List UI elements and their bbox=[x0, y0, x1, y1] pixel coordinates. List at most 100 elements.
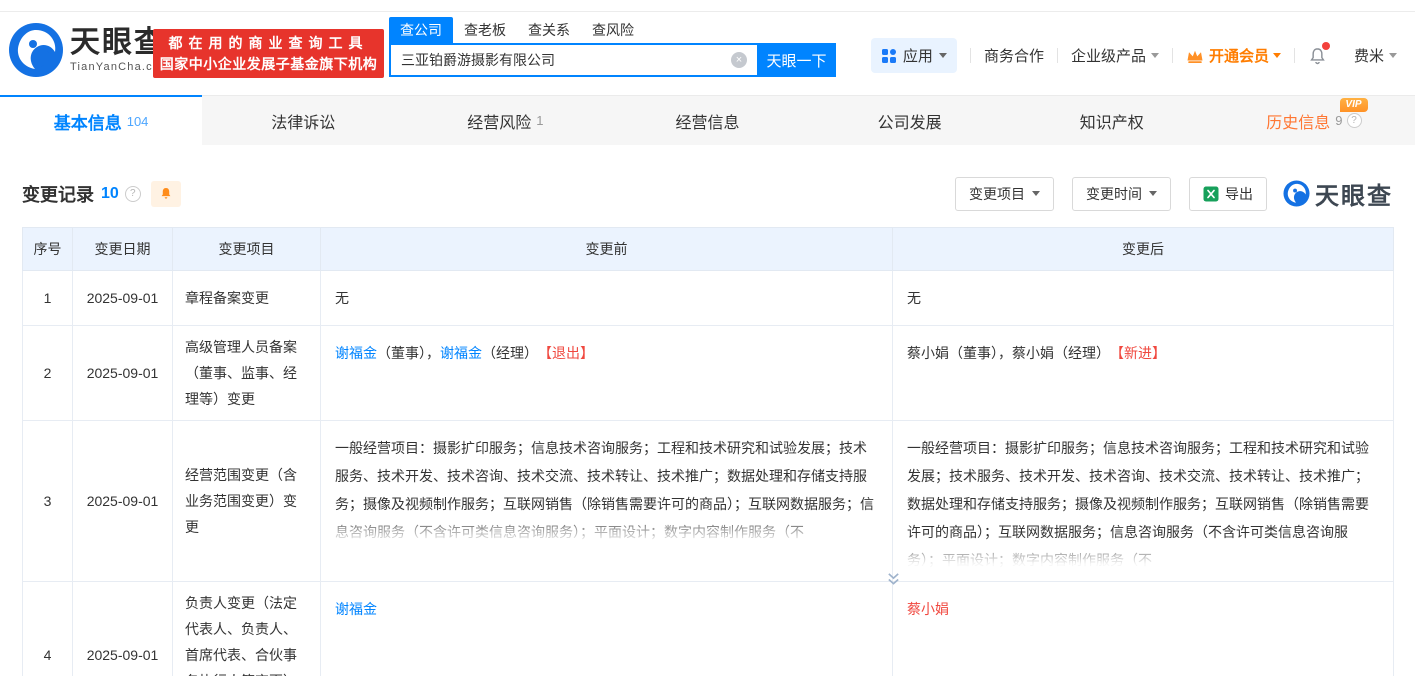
crown-icon bbox=[1186, 48, 1204, 64]
tianyancha-page: 天眼查 TianYanCha.com 都在用的商业查询工具 国家中小企业发展子基… bbox=[0, 0, 1415, 676]
tianyancha-watermark: 天眼查 bbox=[1283, 176, 1393, 211]
filter-change-project-dropdown[interactable]: 变更项目 bbox=[955, 177, 1054, 211]
red-tag-text: 【新进】 bbox=[1117, 345, 1166, 361]
watermark-text: 天眼查 bbox=[1315, 176, 1393, 211]
search-button[interactable]: 天眼一下 bbox=[757, 43, 836, 77]
nav-tab-count: 1 bbox=[536, 113, 543, 128]
header-menu: 应用 商务合作 企业级产品 开通会员 bbox=[871, 38, 1397, 73]
search-area: 查公司查老板查关系查风险 × 天眼一下 bbox=[389, 20, 836, 77]
filter-time-label: 变更时间 bbox=[1086, 184, 1142, 204]
red-tag-text: 蔡小娟 bbox=[907, 601, 949, 617]
column-header: 变更前 bbox=[321, 228, 893, 271]
tianyancha-logo[interactable]: 天眼查 TianYanCha.com bbox=[8, 22, 171, 78]
change-record-table: 序号变更日期变更项目变更前变更后 12025-09-01章程备案变更无无2202… bbox=[22, 227, 1394, 676]
nav-tab-label: 经营信息 bbox=[675, 109, 739, 133]
table-row: 12025-09-01章程备案变更无无 bbox=[23, 271, 1394, 326]
table-row: 42025-09-01负责人变更（法定代表人、负责人、首席代表、合伙事务执行人等… bbox=[23, 582, 1394, 676]
notification-red-dot bbox=[1322, 42, 1330, 50]
search-box: × 天眼一下 bbox=[389, 43, 836, 77]
help-icon[interactable]: ? bbox=[125, 186, 141, 202]
section-title: 变更记录 bbox=[22, 181, 94, 207]
nav-tab-1[interactable]: 法律诉讼 bbox=[202, 96, 404, 145]
column-header: 变更项目 bbox=[173, 228, 321, 271]
section-count: 10 bbox=[101, 185, 119, 203]
filter-change-time-dropdown[interactable]: 变更时间 bbox=[1072, 177, 1171, 211]
search-tab-3[interactable]: 查风险 bbox=[581, 17, 645, 43]
red-tag-text: 【退出】 bbox=[545, 345, 594, 361]
column-header: 变更日期 bbox=[73, 228, 173, 271]
slogan-line1: 都在用的商业查询工具 bbox=[153, 33, 384, 54]
menu-divider bbox=[1340, 48, 1341, 63]
nav-tab-label: 公司发展 bbox=[878, 109, 942, 133]
nav-tab-count: 104 bbox=[127, 114, 149, 129]
nav-tab-label: 经营风险 bbox=[467, 109, 531, 133]
row-number: 3 bbox=[23, 421, 73, 582]
row-number: 4 bbox=[23, 582, 73, 676]
menu-divider bbox=[970, 48, 971, 63]
change-item: 负责人变更（法定代表人、负责人、首席代表、合伙事务执行人等变更）变更 bbox=[173, 582, 321, 676]
chevron-down-icon bbox=[939, 53, 947, 58]
enterprise-product-menu[interactable]: 企业级产品 bbox=[1071, 45, 1159, 66]
nav-tab-0[interactable]: 基本信息104 bbox=[0, 95, 202, 145]
cell-text: 一般经营项目：摄影扩印服务；信息技术咨询服务；工程和技术研究和试验发展；技术服务… bbox=[335, 440, 874, 540]
subscribe-bell-button[interactable] bbox=[151, 181, 181, 207]
business-coop-link[interactable]: 商务合作 bbox=[984, 45, 1044, 66]
chevron-down-icon bbox=[1273, 53, 1281, 58]
search-tabs: 查公司查老板查关系查风险 bbox=[389, 20, 836, 43]
nav-tab-5[interactable]: 知识产权 bbox=[1011, 96, 1213, 145]
vip-badge: VIP bbox=[1340, 98, 1367, 112]
nav-tab-2[interactable]: 经营风险 1 bbox=[404, 96, 606, 145]
chevron-down-icon bbox=[1149, 191, 1157, 196]
help-icon[interactable]: ? bbox=[1347, 113, 1362, 128]
apps-menu-button[interactable]: 应用 bbox=[871, 38, 957, 73]
search-tab-1[interactable]: 查老板 bbox=[453, 17, 517, 43]
expand-row-icon[interactable] bbox=[886, 572, 901, 586]
chevron-down-icon bbox=[1151, 53, 1159, 58]
bell-icon bbox=[159, 186, 173, 201]
column-header: 序号 bbox=[23, 228, 73, 271]
export-button[interactable]: 导出 bbox=[1189, 177, 1267, 211]
nav-tab-6[interactable]: 历史信息9?VIP bbox=[1213, 96, 1415, 145]
section-actions: 变更项目 变更时间 导出 天 bbox=[955, 176, 1393, 211]
cell-text: 无 bbox=[907, 290, 921, 306]
clear-search-icon[interactable]: × bbox=[731, 52, 747, 68]
person-link[interactable]: 谢福金 bbox=[440, 345, 482, 361]
user-menu[interactable]: 费米 bbox=[1354, 45, 1397, 66]
change-record-section-bar: 变更记录 10 ? 变更项目 变更时间 导出 bbox=[22, 175, 1393, 212]
tianyancha-watermark-icon bbox=[1283, 180, 1310, 207]
person-link[interactable]: 谢福金 bbox=[335, 601, 377, 617]
change-date: 2025-09-01 bbox=[73, 326, 173, 421]
change-date: 2025-09-01 bbox=[73, 582, 173, 676]
excel-icon bbox=[1203, 186, 1219, 202]
open-vip-button[interactable]: 开通会员 bbox=[1186, 45, 1281, 66]
table-header-row: 序号变更日期变更项目变更前变更后 bbox=[23, 228, 1394, 271]
change-date: 2025-09-01 bbox=[73, 271, 173, 326]
row-number: 2 bbox=[23, 326, 73, 421]
nav-tab-3[interactable]: 经营信息 bbox=[606, 96, 808, 145]
site-header: 天眼查 TianYanCha.com 都在用的商业查询工具 国家中小企业发展子基… bbox=[0, 12, 1415, 95]
change-item: 章程备案变更 bbox=[173, 271, 321, 326]
search-tab-0[interactable]: 查公司 bbox=[389, 17, 453, 43]
change-item: 经营范围变更（含业务范围变更）变更 bbox=[173, 421, 321, 582]
person-link[interactable]: 谢福金 bbox=[335, 345, 377, 361]
tianyancha-logo-icon bbox=[8, 22, 64, 78]
change-after-cell: 蔡小娟（董事），蔡小娟（经理） 【新进】 bbox=[893, 326, 1394, 421]
change-before-cell: 一般经营项目：摄影扩印服务；信息技术咨询服务；工程和技术研究和试验发展；技术服务… bbox=[321, 421, 893, 582]
change-item: 高级管理人员备案（董事、监事、经理等）变更 bbox=[173, 326, 321, 421]
notifications-bell-button[interactable] bbox=[1308, 46, 1327, 66]
row-number: 1 bbox=[23, 271, 73, 326]
nav-tab-4[interactable]: 公司发展 bbox=[809, 96, 1011, 145]
slogan-line2: 国家中小企业发展子基金旗下机构 bbox=[153, 54, 384, 74]
change-after-cell: 蔡小娟 bbox=[893, 582, 1394, 676]
export-label: 导出 bbox=[1225, 184, 1253, 204]
search-input[interactable] bbox=[389, 43, 757, 77]
nav-tab-label: 法律诉讼 bbox=[271, 109, 335, 133]
cell-text: 无 bbox=[335, 290, 349, 306]
table-row: 32025-09-01经营范围变更（含业务范围变更）变更一般经营项目：摄影扩印服… bbox=[23, 421, 1394, 582]
apps-label: 应用 bbox=[903, 45, 933, 66]
nav-tab-count: 9 bbox=[1335, 113, 1342, 128]
menu-divider bbox=[1172, 48, 1173, 63]
change-after-cell: 无 bbox=[893, 271, 1394, 326]
menu-divider bbox=[1057, 48, 1058, 63]
search-tab-2[interactable]: 查关系 bbox=[517, 17, 581, 43]
